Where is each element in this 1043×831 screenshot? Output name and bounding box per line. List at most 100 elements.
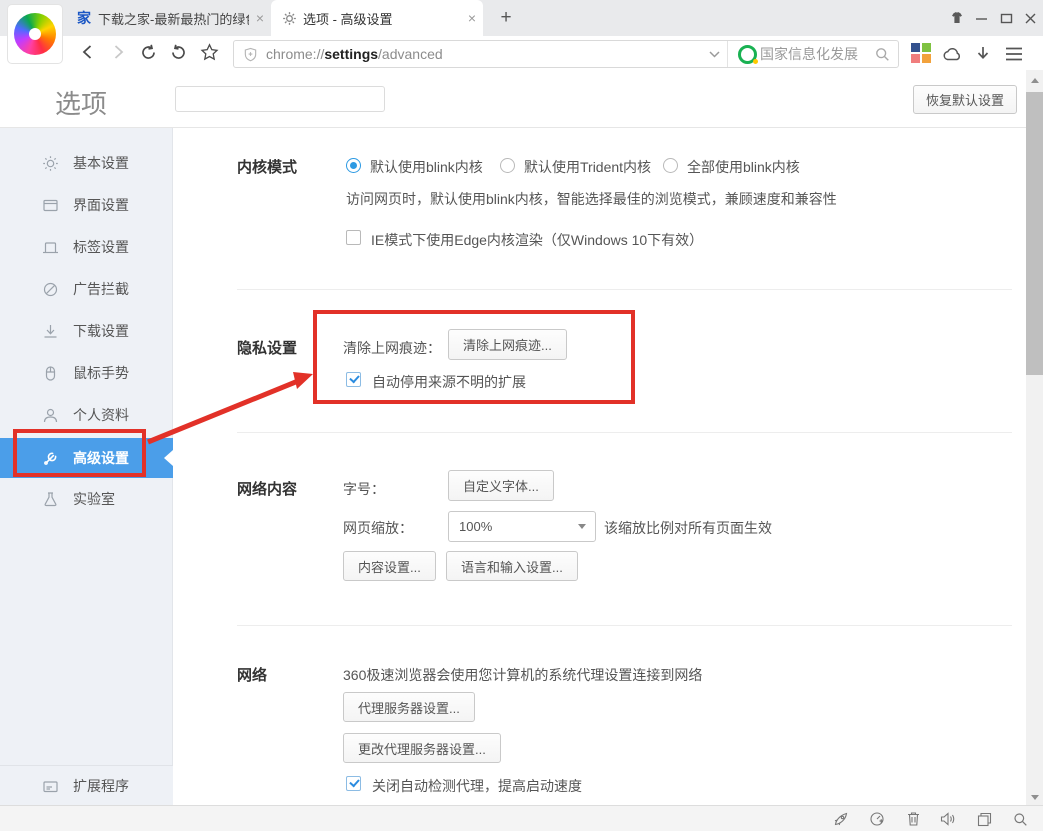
maximize-button[interactable] <box>993 0 1019 36</box>
content-settings-button[interactable]: 内容设置... <box>343 551 436 581</box>
person-icon <box>42 407 59 424</box>
mouse-icon <box>42 365 59 382</box>
window-icon <box>42 197 59 214</box>
clear-traces-trash-icon[interactable] <box>904 810 922 828</box>
main-menu-icon[interactable] <box>1002 42 1026 66</box>
url-host: settings <box>324 46 378 62</box>
close-window-button[interactable] <box>1017 0 1043 36</box>
tab-favicon: 家 <box>76 10 92 26</box>
browser-logo-icon <box>14 13 56 55</box>
url-dropdown-chevron-icon[interactable] <box>701 41 728 67</box>
scrollbar-down-arrow[interactable] <box>1031 795 1039 800</box>
gear-icon <box>281 10 297 26</box>
sidebar-item-basic[interactable]: 基本设置 <box>0 142 173 184</box>
section-title-kernel: 内核模式 <box>237 156 297 177</box>
radio-trident-default[interactable] <box>500 158 515 173</box>
font-size-label: 字号： <box>343 479 385 499</box>
radio-blink-default[interactable] <box>346 158 361 173</box>
radio-label[interactable]: 默认使用Trident内核 <box>524 157 651 177</box>
block-icon <box>42 281 59 298</box>
tab-close-icon[interactable]: × <box>249 10 271 26</box>
section-divider <box>237 289 1012 290</box>
clear-traces-button[interactable]: 清除上网痕迹... <box>448 329 567 360</box>
sidebar-item-label: 下载设置 <box>73 321 129 341</box>
page-title: 选项 <box>55 84 107 121</box>
custom-font-button[interactable]: 自定义字体... <box>448 470 554 501</box>
sidebar-item-interface[interactable]: 界面设置 <box>0 184 173 226</box>
search-box[interactable]: 国家信息化发展 <box>728 41 898 67</box>
page-info-shield-icon[interactable] <box>243 47 258 62</box>
sun-settings-icon <box>42 155 59 172</box>
boost-rocket-icon[interactable] <box>832 810 850 828</box>
cloud-sync-icon[interactable] <box>940 42 964 66</box>
reload-icon[interactable] <box>136 40 160 64</box>
network-description: 360极速浏览器会使用您计算机的系统代理设置连接到网络 <box>343 665 702 685</box>
section-title-web-content: 网络内容 <box>237 478 297 499</box>
sidebar-item-label: 基本设置 <box>73 153 129 173</box>
auto-disable-ext-checkbox[interactable] <box>346 372 361 387</box>
language-input-button[interactable]: 语言和输入设置... <box>446 551 578 581</box>
download-icon <box>42 323 59 340</box>
settings-search-input[interactable] <box>175 86 385 112</box>
section-divider <box>237 432 1012 433</box>
address-bar[interactable]: chrome://settings/advanced 国家信息化发展 <box>233 40 899 68</box>
forward-icon[interactable] <box>106 40 130 64</box>
sidebar-item-label: 界面设置 <box>73 195 129 215</box>
flask-icon <box>42 491 59 508</box>
change-proxy-settings-button[interactable]: 更改代理服务器设置... <box>343 733 501 763</box>
sidebar-item-label: 鼠标手势 <box>73 363 129 383</box>
app-market-icon[interactable] <box>911 43 931 63</box>
scrollbar-thumb[interactable] <box>1026 92 1043 375</box>
favorite-star-icon[interactable] <box>197 40 221 64</box>
disable-proxy-detect-checkbox[interactable] <box>346 776 361 791</box>
section-title-network: 网络 <box>237 664 267 685</box>
scrollbar-up-arrow[interactable] <box>1031 78 1039 83</box>
tab-download-home[interactable]: 家 下载之家-最新最热门的绿色 × <box>66 0 271 36</box>
speed-mode-icon[interactable] <box>868 810 886 828</box>
chevron-down-icon <box>578 524 586 529</box>
checkbox-label[interactable]: 关闭自动检测代理，提高启动速度 <box>372 776 582 796</box>
sidebar-item-download[interactable]: 下载设置 <box>0 310 173 352</box>
skin-theme-icon[interactable] <box>944 0 970 36</box>
restore-defaults-button[interactable]: 恢复默认设置 <box>913 85 1017 114</box>
radio-blink-all[interactable] <box>663 158 678 173</box>
sidebar-item-mouse-gesture[interactable]: 鼠标手势 <box>0 352 173 394</box>
url-scheme: chrome:// <box>266 46 324 62</box>
radio-label[interactable]: 默认使用blink内核 <box>370 157 483 177</box>
zoom-select[interactable]: 100% <box>448 511 596 542</box>
tab-close-icon[interactable]: × <box>461 10 483 26</box>
tab-settings[interactable]: 选项 - 高级设置 × <box>271 0 483 36</box>
back-icon[interactable] <box>76 40 100 64</box>
page-layout-icon[interactable] <box>975 810 993 828</box>
sidebar-item-profile[interactable]: 个人资料 <box>0 394 173 436</box>
proxy-settings-button[interactable]: 代理服务器设置... <box>343 692 475 722</box>
sidebar-item-labs[interactable]: 实验室 <box>0 478 173 520</box>
search-icon[interactable] <box>875 47 890 62</box>
sound-speaker-icon[interactable] <box>939 810 957 828</box>
sidebar-item-adblock[interactable]: 广告拦截 <box>0 268 173 310</box>
page-zoom-label: 网页缩放： <box>343 518 413 538</box>
zoom-search-icon[interactable] <box>1011 810 1029 828</box>
browser-logo-button[interactable] <box>7 4 63 64</box>
checkbox-label[interactable]: IE模式下使用Edge内核渲染（仅Windows 10下有效） <box>371 230 703 250</box>
checkbox-label[interactable]: 自动停用来源不明的扩展 <box>372 372 526 392</box>
search-query-text[interactable]: 国家信息化发展 <box>760 44 875 64</box>
sidebar-item-tabs[interactable]: 标签设置 <box>0 226 173 268</box>
extensions-card-icon <box>42 778 59 795</box>
radio-label[interactable]: 全部使用blink内核 <box>687 157 800 177</box>
edge-render-checkbox[interactable] <box>346 230 361 245</box>
zoom-note: 该缩放比例对所有页面生效 <box>604 518 772 538</box>
downloads-icon[interactable] <box>971 42 995 66</box>
url-text[interactable]: chrome://settings/advanced <box>266 46 701 62</box>
tab-shape-icon <box>42 239 59 256</box>
url-path: /advanced <box>378 46 443 62</box>
tab-title: 选项 - 高级设置 <box>303 9 461 28</box>
restore-session-icon[interactable] <box>166 40 190 64</box>
sidebar-item-extensions[interactable]: 扩展程序 <box>0 765 173 807</box>
browser-window: 家 下载之家-最新最热门的绿色 × 选项 - 高级设置 × + <box>0 0 1043 831</box>
sidebar-item-advanced[interactable]: 高级设置 <box>0 438 173 478</box>
wrench-icon <box>42 450 59 467</box>
new-tab-button[interactable]: + <box>492 4 520 32</box>
minimize-button[interactable] <box>968 0 994 36</box>
section-divider <box>237 625 1012 626</box>
